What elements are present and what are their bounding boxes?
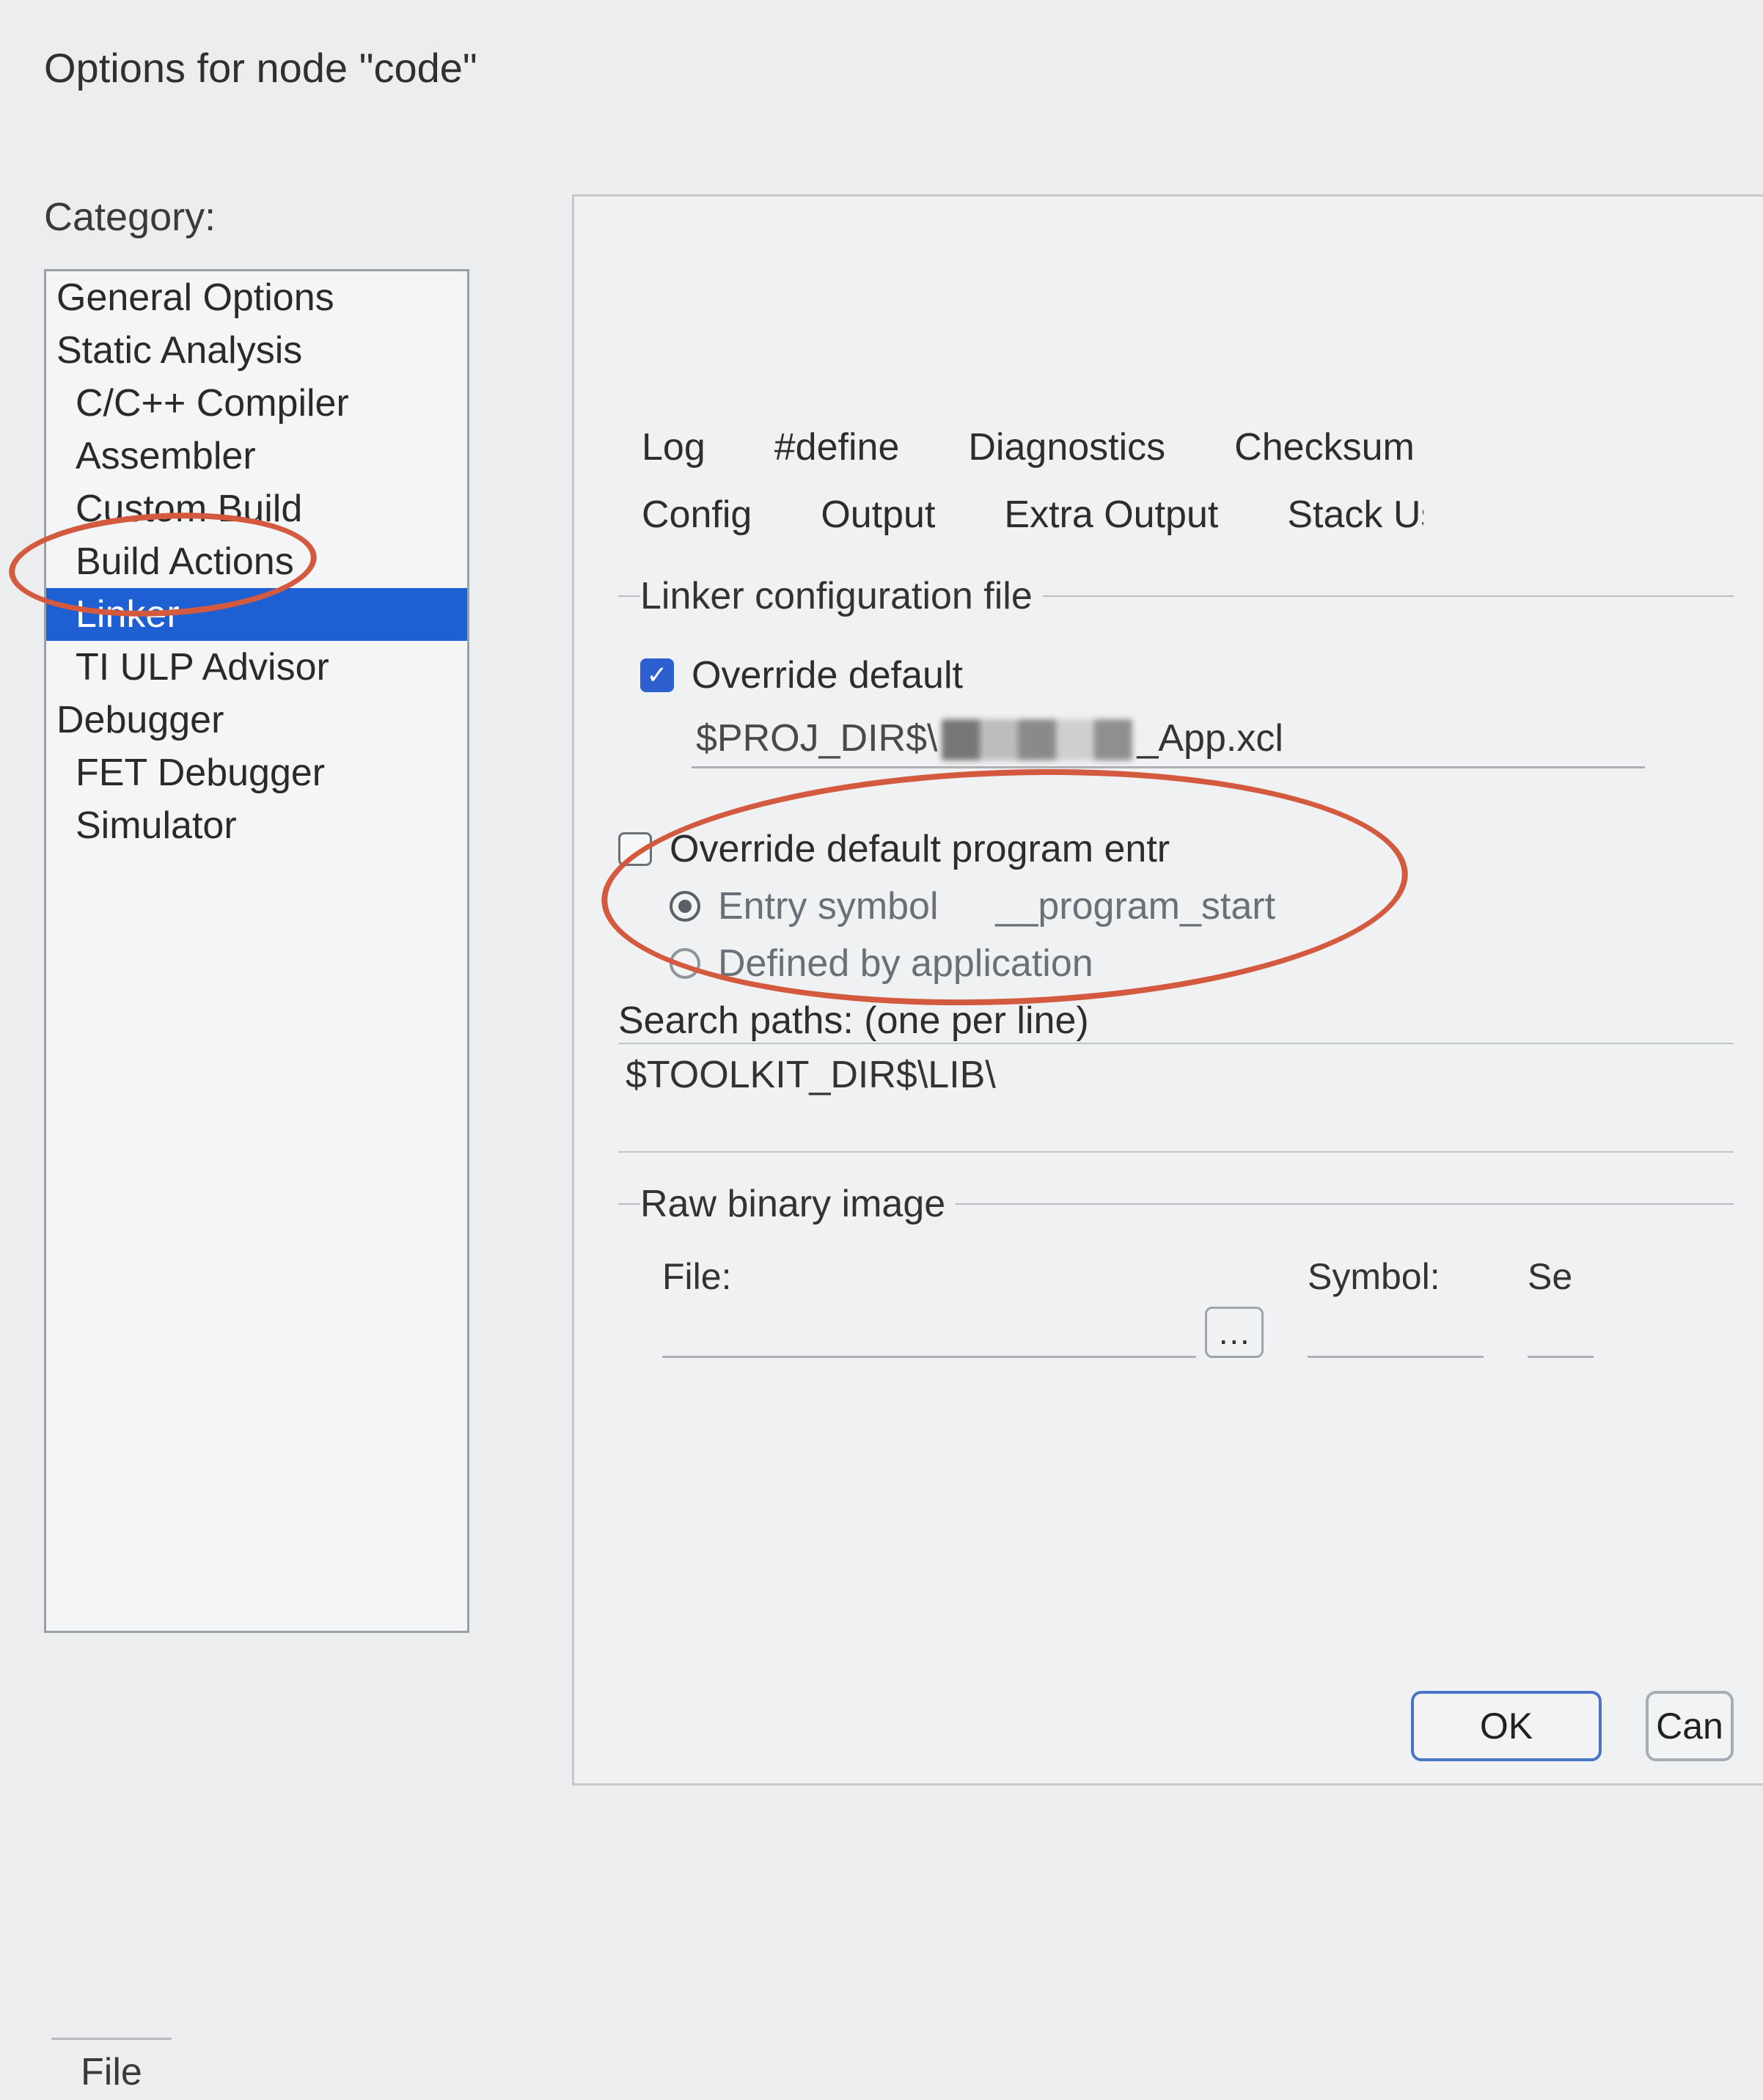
override-entry-label: Override default program entr [670, 827, 1170, 871]
entry-symbol-radio[interactable] [670, 891, 700, 922]
tab-define[interactable]: #define [751, 416, 945, 484]
search-paths-input[interactable]: $TOOLKIT_DIR$\LIB\ [618, 1043, 1734, 1153]
tab-output[interactable]: Output [797, 484, 981, 551]
raw-binary-legend: Raw binary image [640, 1182, 956, 1226]
category-label: Category: [44, 194, 469, 240]
ok-button[interactable]: OK [1411, 1691, 1602, 1761]
path-suffix: _App.xcl [1137, 717, 1283, 760]
cat-ti-ulp-advisor[interactable]: TI ULP Advisor [46, 641, 467, 694]
cat-static-analysis[interactable]: Static Analysis [46, 324, 467, 377]
raw-segment-input[interactable] [1528, 1307, 1594, 1358]
raw-symbol-label: Symbol: [1308, 1255, 1484, 1298]
cat-assembler[interactable]: Assembler [46, 430, 467, 482]
options-panel: Log #define Diagnostics Checksum Config … [572, 194, 1763, 1785]
override-default-label: Override default [692, 653, 963, 697]
cat-fet-debugger[interactable]: FET Debugger [46, 746, 467, 799]
raw-binary-group: Raw binary image File: … Symbol: [618, 1182, 1734, 1387]
window-title: Options for node "code" [0, 0, 1763, 92]
raw-segment-label: Se [1528, 1255, 1594, 1298]
raw-file-input[interactable] [662, 1307, 1196, 1358]
raw-file-browse-button[interactable]: … [1205, 1307, 1264, 1358]
cat-build-actions[interactable]: Build Actions [46, 535, 467, 588]
raw-file-label: File: [662, 1255, 1264, 1298]
linker-config-path-input[interactable]: $PROJ_DIR$\ _App.xcl [692, 711, 1645, 768]
cancel-button[interactable]: Can [1646, 1691, 1734, 1761]
path-redacted [942, 719, 1132, 760]
cat-simulator[interactable]: Simulator [46, 799, 467, 852]
path-prefix: $PROJ_DIR$\ [696, 717, 937, 760]
cat-general-options[interactable]: General Options [46, 271, 467, 324]
search-paths-label: Search paths: (one per line) [618, 999, 1734, 1043]
tab-log[interactable]: Log [618, 416, 751, 484]
defined-by-app-label: Defined by application [718, 941, 1093, 985]
entry-symbol-label: Entry symbol [718, 884, 939, 928]
tab-diagnostics[interactable]: Diagnostics [945, 416, 1211, 484]
override-entry-checkbox[interactable] [618, 832, 652, 866]
category-list[interactable]: General Options Static Analysis C/C++ Co… [44, 269, 469, 1633]
raw-symbol-input[interactable] [1308, 1307, 1484, 1358]
linker-config-group: Linker configuration file Override defau… [618, 574, 1734, 798]
linker-config-legend: Linker configuration file [640, 574, 1043, 618]
entry-symbol-value: __program_start [996, 884, 1276, 928]
cat-linker[interactable]: Linker [46, 588, 467, 641]
override-default-checkbox[interactable] [640, 658, 674, 692]
tab-checksum[interactable]: Checksum [1211, 416, 1460, 484]
cat-c-cpp-compiler[interactable]: C/C++ Compiler [46, 377, 467, 430]
cat-debugger[interactable]: Debugger [46, 694, 467, 746]
tab-extra-output[interactable]: Extra Output [981, 484, 1264, 551]
tab-stack-usage[interactable]: Stack Us [1264, 484, 1425, 551]
cat-custom-build[interactable]: Custom Build [46, 482, 467, 535]
tab-config[interactable]: Config [618, 484, 797, 551]
bottom-file-tab[interactable]: File [51, 2038, 172, 2094]
defined-by-app-radio[interactable] [670, 948, 700, 979]
